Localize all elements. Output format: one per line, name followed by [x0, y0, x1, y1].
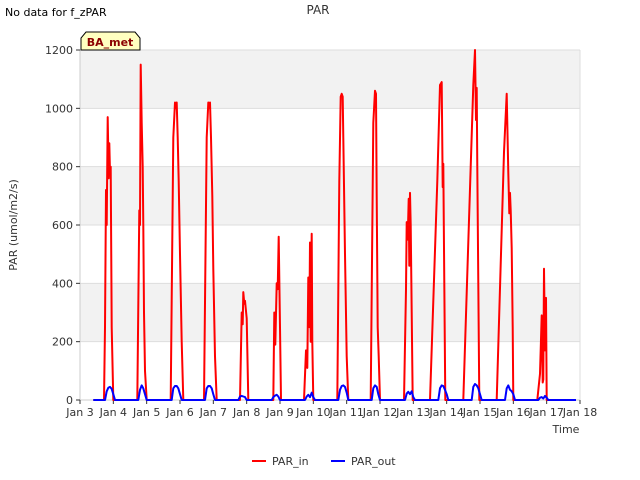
x-tick-label: Jan 18: [562, 406, 597, 419]
y-tick-label: 200: [52, 336, 73, 349]
legend-label: PAR_in: [272, 455, 309, 468]
x-tick-label: Jan 12: [362, 406, 397, 419]
y-tick-label: 1200: [45, 44, 73, 57]
legend: PAR_in PAR_out: [252, 455, 396, 468]
y-tick-label: 400: [52, 277, 73, 290]
background-band: [80, 50, 580, 109]
x-tick-label: Jan 16: [495, 406, 530, 419]
x-tick-label: Jan 9: [265, 406, 293, 419]
x-tick-label: Jan 17: [528, 406, 563, 419]
legend-label: PAR_out: [351, 455, 396, 468]
x-tick-label: Jan 3: [65, 406, 93, 419]
x-tick-label: Jan 15: [462, 406, 497, 419]
x-tick-label: Jan 4: [99, 406, 127, 419]
site-tag-label: BA_met: [87, 36, 134, 49]
x-tick-label: Jan 11: [328, 406, 363, 419]
x-axis-ticks: Jan 3 Jan 4 Jan 5 Jan 6 Jan 7 Jan 8 Jan 9 Jan 1…: [65, 399, 597, 419]
x-tick-label: Jan 13: [395, 406, 430, 419]
x-tick-label: Jan 10: [295, 406, 330, 419]
y-axis-ticks: 020040060080010001200: [45, 44, 80, 407]
background-band: [80, 166, 580, 225]
y-tick-label: 1000: [45, 102, 73, 115]
x-tick-label: Jan 5: [132, 406, 160, 419]
x-tick-label: Jan 14: [428, 406, 463, 419]
y-tick-label: 600: [52, 219, 73, 232]
x-axis-label: Time: [552, 423, 580, 436]
x-tick-label: Jan 6: [165, 406, 193, 419]
y-tick-label: 800: [52, 161, 73, 174]
background-band: [80, 283, 580, 342]
par-chart: PAR 020040060080010001200 Jan 3 Jan 4 Jan …: [7, 3, 597, 468]
chart-title: PAR: [306, 3, 329, 17]
site-tag: BA_met: [80, 31, 141, 51]
x-tick-label: Jan 7: [199, 406, 227, 419]
y-axis-label: PAR (umol/m2/s): [7, 179, 20, 271]
x-tick-label: Jan 8: [232, 406, 260, 419]
